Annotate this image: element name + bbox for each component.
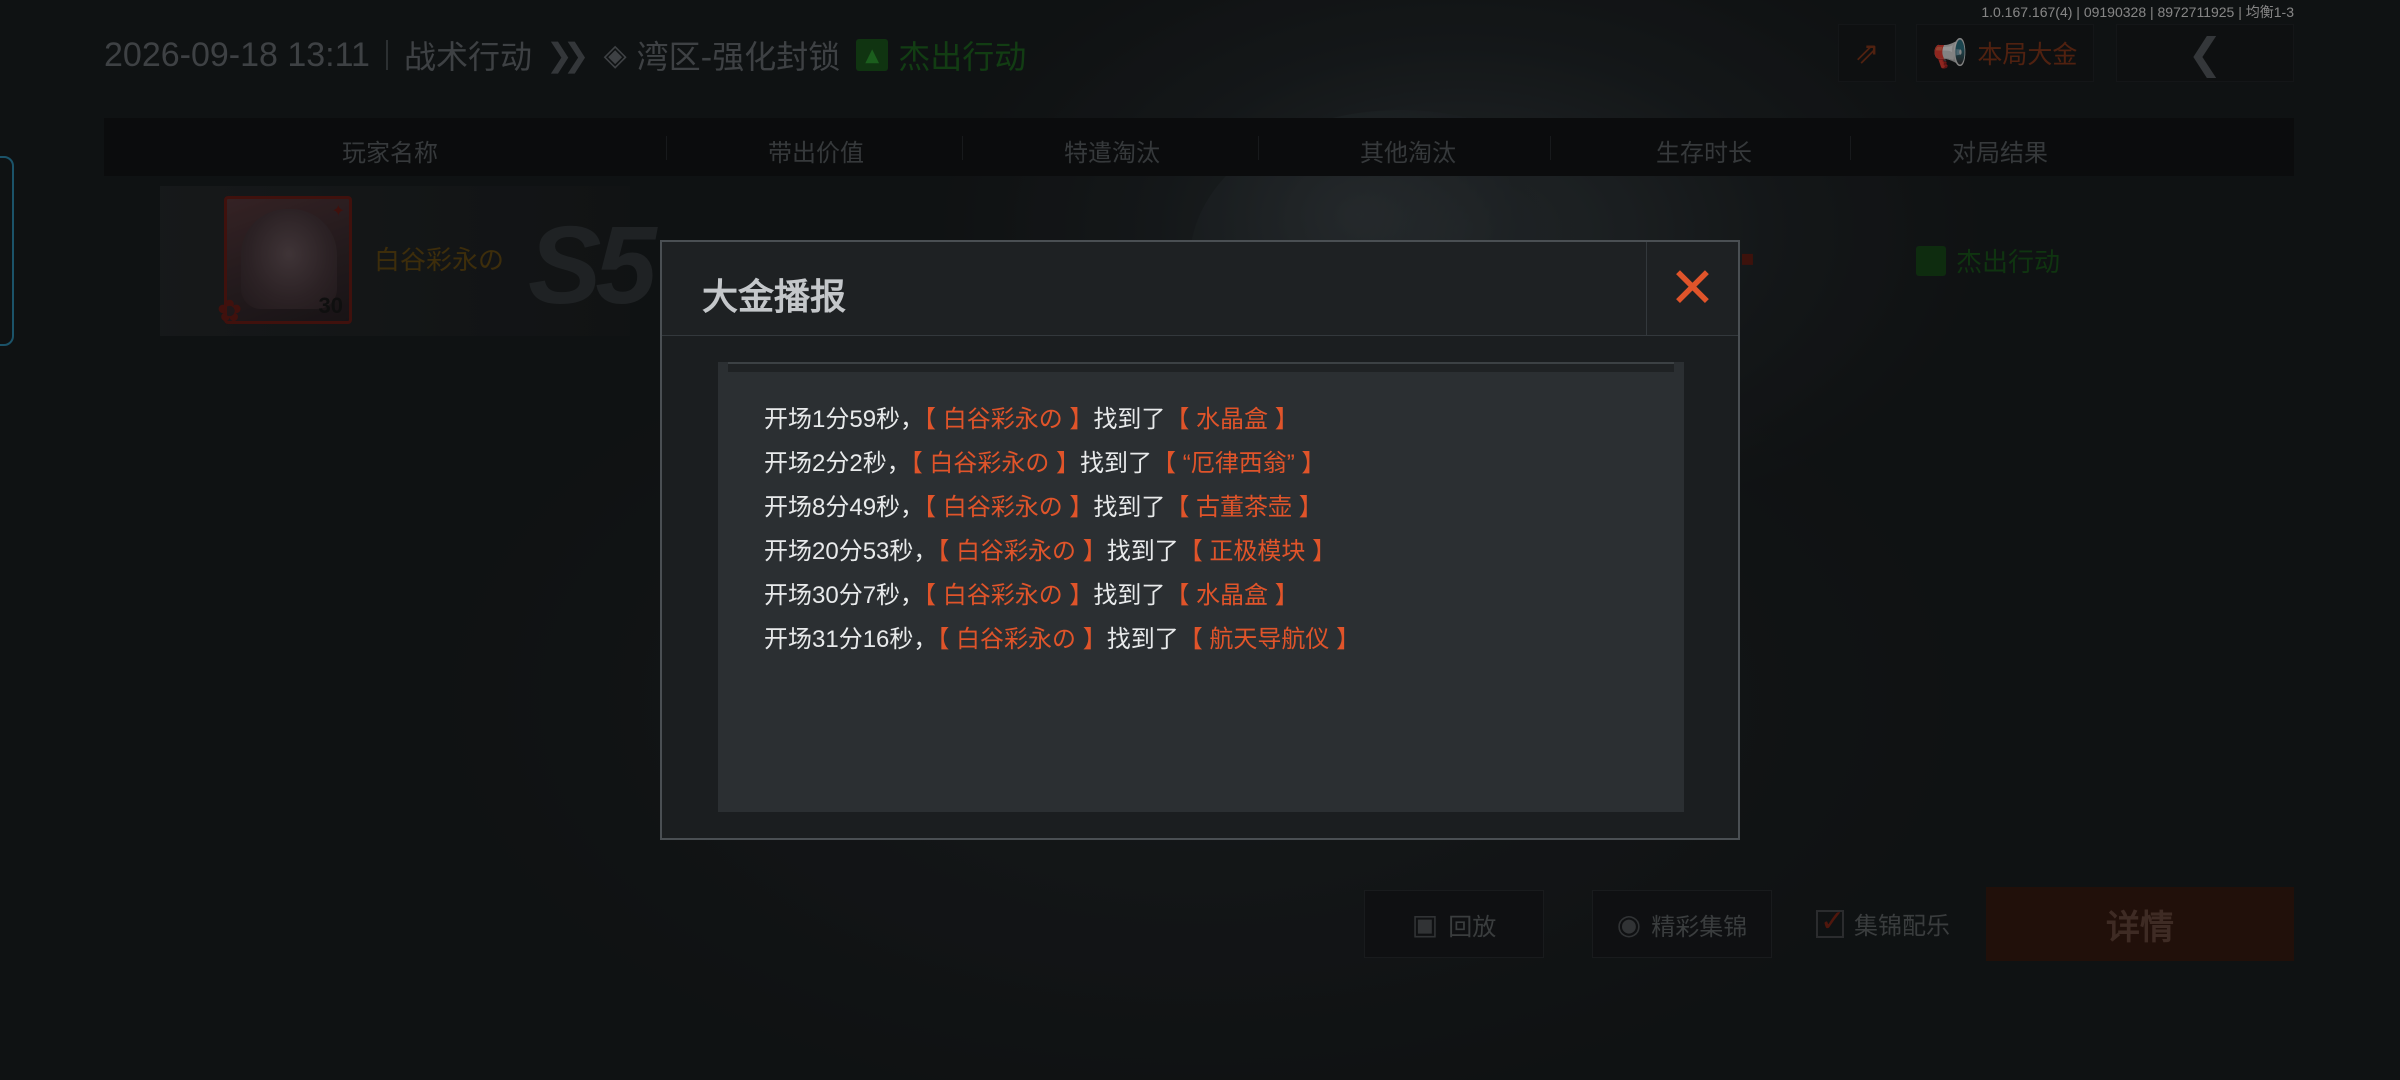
message-verb: 找到了	[1093, 406, 1166, 433]
jackpot-dialog: 大金播报 ✕ 开场1分59秒，【 白谷彩永の 】找到了【 水晶盒 】 开场2分2…	[660, 240, 1740, 840]
message-item: 【 水晶盒 】	[1165, 582, 1299, 609]
list-item: 开场31分16秒，【 白谷彩永の 】找到了【 航天导航仪 】	[764, 618, 1360, 662]
close-button[interactable]: ✕	[1646, 242, 1738, 336]
message-time: 开场30分7秒，	[764, 582, 925, 609]
message-verb: 找到了	[1106, 538, 1179, 565]
message-time: 开场2分2秒，	[764, 450, 911, 477]
message-player: 【 白谷彩永の 】	[924, 582, 1094, 609]
jackpot-message-list: 开场1分59秒，【 白谷彩永の 】找到了【 水晶盒 】 开场2分2秒，【 白谷彩…	[764, 398, 1360, 662]
message-player: 【 白谷彩永の 】	[910, 450, 1081, 477]
dialog-content: 开场1分59秒，【 白谷彩永の 】找到了【 水晶盒 】 开场2分2秒，【 白谷彩…	[718, 362, 1684, 812]
message-item: 【 水晶盒 】	[1165, 406, 1299, 433]
list-item: 开场8分49秒，【 白谷彩永の 】找到了【 古董茶壶 】	[764, 486, 1360, 530]
close-icon: ✕	[1669, 256, 1716, 321]
dialog-title: 大金播报	[702, 277, 847, 318]
message-verb: 找到了	[1093, 494, 1166, 521]
message-time: 开场1分59秒，	[764, 406, 925, 433]
message-time: 开场8分49秒，	[764, 494, 925, 521]
dialog-header: 大金播报 ✕	[662, 242, 1738, 336]
message-player: 【 白谷彩永の 】	[924, 406, 1094, 433]
list-item: 开场30分7秒，【 白谷彩永の 】找到了【 水晶盒 】	[764, 574, 1360, 618]
message-player: 【 白谷彩永の 】	[937, 626, 1107, 653]
list-item: 开场2分2秒，【 白谷彩永の 】找到了【 “厄律西翁” 】	[764, 442, 1360, 486]
message-item: 【 航天导航仪 】	[1178, 626, 1361, 653]
message-time: 开场20分53秒，	[764, 538, 938, 565]
message-player: 【 白谷彩永の 】	[937, 538, 1107, 565]
message-verb: 找到了	[1080, 450, 1153, 477]
message-verb: 找到了	[1106, 626, 1179, 653]
message-item: 【 “厄律西翁” 】	[1152, 450, 1326, 477]
message-item: 【 古董茶壶 】	[1165, 494, 1323, 521]
list-item: 开场20分53秒，【 白谷彩永の 】找到了【 正极模块 】	[764, 530, 1360, 574]
message-item: 【 正极模块 】	[1178, 538, 1337, 565]
list-item: 开场1分59秒，【 白谷彩永の 】找到了【 水晶盒 】	[764, 398, 1360, 442]
content-scroll-bar	[728, 362, 1674, 372]
message-time: 开场31分16秒，	[764, 626, 938, 653]
message-player: 【 白谷彩永の 】	[924, 494, 1094, 521]
message-verb: 找到了	[1093, 582, 1166, 609]
